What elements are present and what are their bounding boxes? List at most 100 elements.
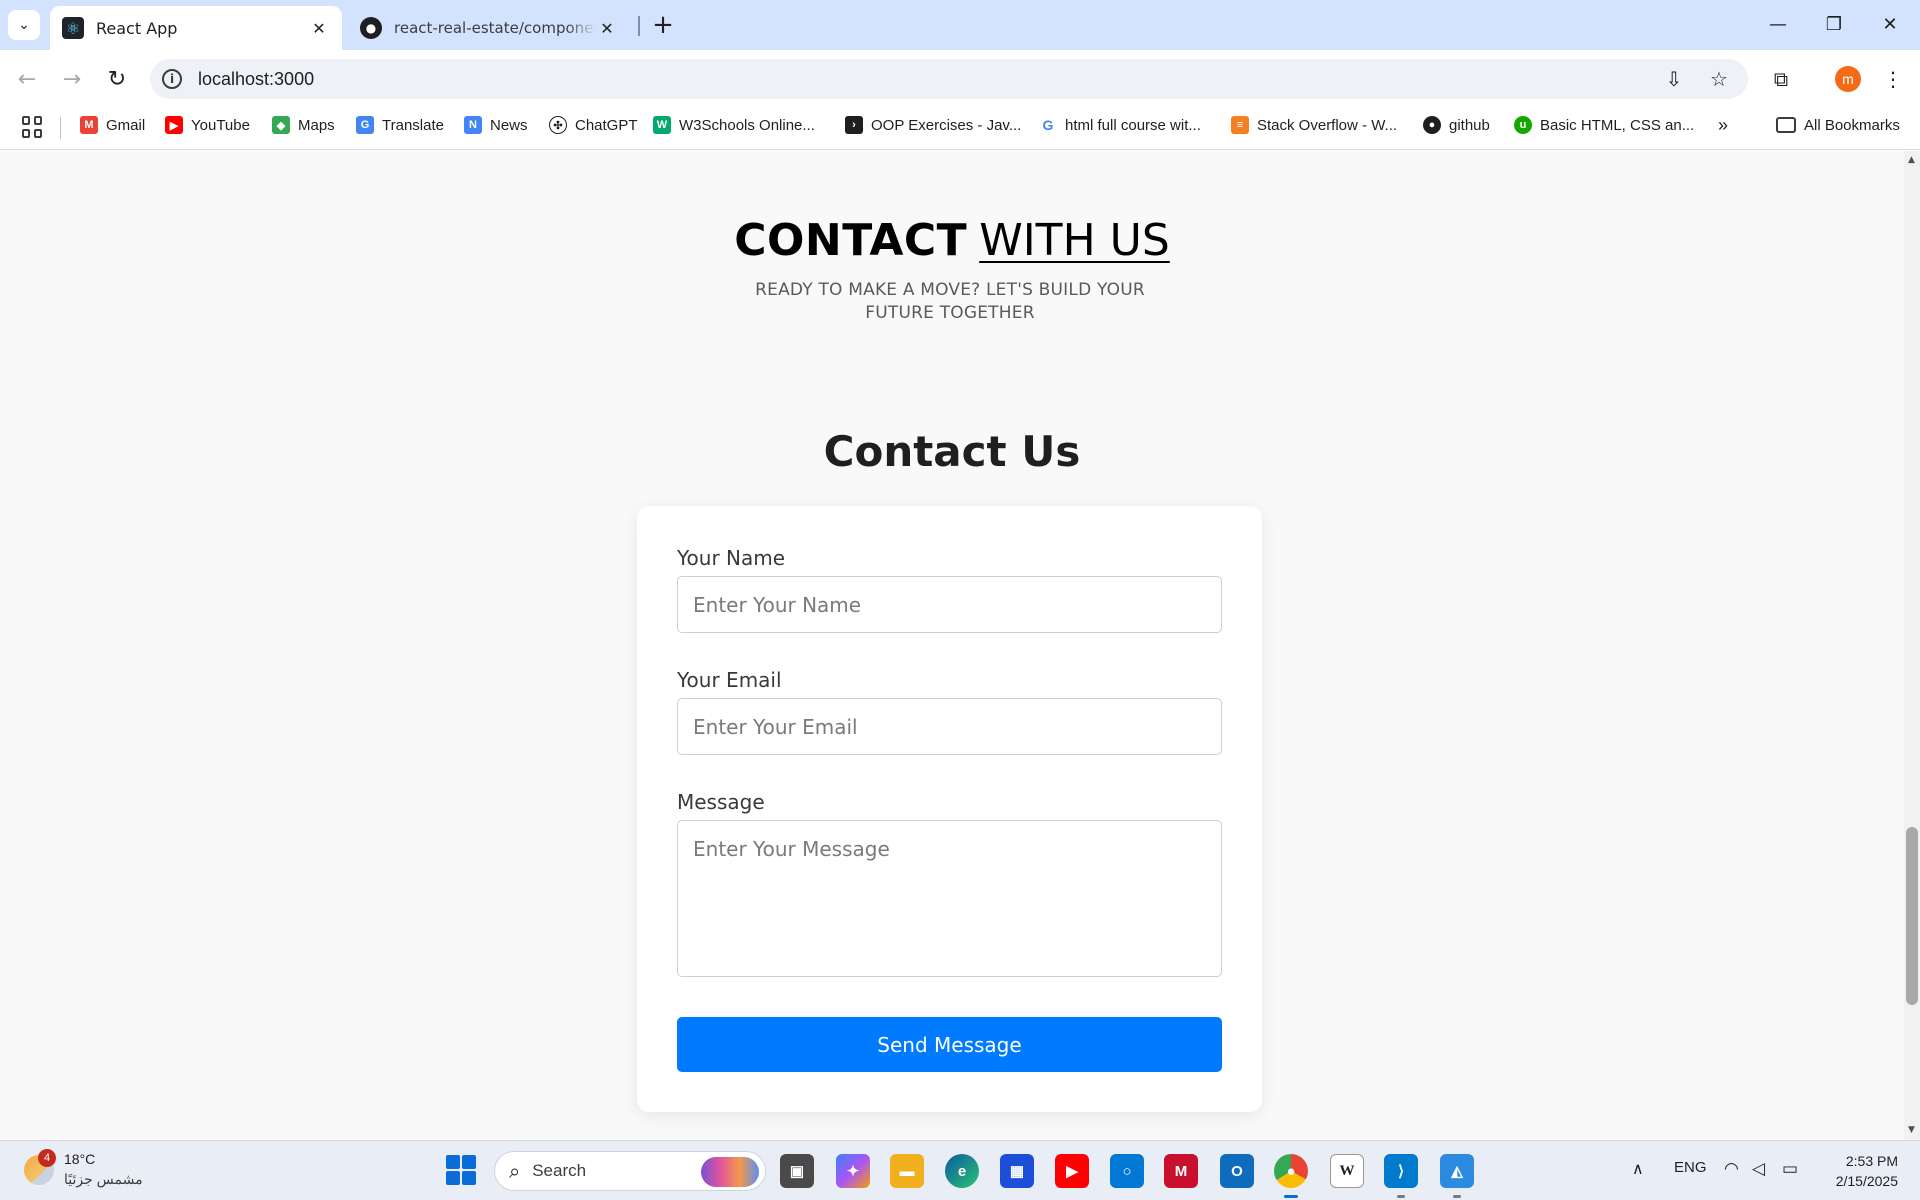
extensions-icon[interactable]: ⧉ [1764,62,1798,96]
close-tab-icon[interactable]: ✕ [308,17,330,39]
bookmark-translate[interactable]: G Translate [356,112,444,138]
bookmark-maps[interactable]: ◆ Maps [272,112,335,138]
site-info-icon[interactable]: i [162,69,182,89]
bookmark-news[interactable]: N News [464,112,528,138]
back-button[interactable]: ← [10,62,44,96]
reload-icon: ↻ [107,66,127,92]
bookmark-basic-html[interactable]: u Basic HTML, CSS an... [1514,112,1694,138]
microsoft-store-icon[interactable]: ▦ [1000,1154,1034,1188]
page-scrollbar[interactable]: ▲ ▼ [1904,151,1920,1139]
copilot-icon[interactable]: ✦ [836,1154,870,1188]
email-input[interactable] [677,698,1222,755]
github-icon: ● [1423,116,1441,134]
youtube-icon: ▶ [165,116,183,134]
apps-grid-icon[interactable] [22,116,44,138]
bookmark-youtube[interactable]: ▶ YouTube [165,112,250,138]
bookmarks-divider [60,117,61,139]
profile-avatar[interactable]: m [1835,66,1861,92]
restore-icon: ❐ [1825,13,1843,35]
show-hidden-icons-chevron-icon[interactable]: ∧ [1632,1159,1644,1179]
folder-icon [1776,117,1796,133]
name-input[interactable] [677,576,1222,633]
system-clock[interactable]: 2:53 PM 2/15/2025 [1826,1151,1898,1191]
weather-temperature[interactable]: 18°C [64,1151,95,1167]
bookmark-stackoverflow[interactable]: ≡ Stack Overflow - W... [1231,112,1397,138]
task-view-icon[interactable]: ▣ [780,1154,814,1188]
edge-icon[interactable]: e [945,1154,979,1188]
install-app-icon[interactable]: ⇩ [1660,65,1688,93]
taskbar-search[interactable]: ⌕ Search [494,1151,766,1191]
tab-title: react-real-estate/components at main [394,19,596,37]
plus-icon: + [652,10,674,40]
bookmark-label: OOP Exercises - Jav... [871,116,1022,134]
file-explorer-icon[interactable]: ▬ [890,1154,924,1188]
maps-icon: ◆ [272,116,290,134]
news-icon: N [464,116,482,134]
bookmark-html-course[interactable]: G html full course wit... [1039,112,1201,138]
cortana-icon[interactable]: ○ [1110,1154,1144,1188]
bookmark-label: Stack Overflow - W... [1257,116,1398,134]
tab-separator [638,16,640,36]
bookmark-chatgpt[interactable]: ✣ ChatGPT [549,112,638,138]
url-text[interactable]: localhost:3000 [198,69,314,90]
reload-button[interactable]: ↻ [100,62,134,96]
name-label: Your Name [677,546,786,570]
arrow-left-icon: ← [17,66,37,92]
bookmark-label: Translate [382,116,444,134]
wifi-icon[interactable]: ◠ [1724,1159,1739,1179]
vscode-icon[interactable]: ⟩ [1384,1154,1418,1198]
translate-icon: G [356,116,374,134]
bookmark-w3schools[interactable]: W W3Schools Online... [653,112,815,138]
more-bookmarks-button[interactable]: » [1718,112,1728,138]
message-label: Message [677,790,765,814]
bookmark-github[interactable]: ● github [1423,112,1490,138]
clock-date: 2/15/2025 [1835,1173,1898,1189]
outlook-icon[interactable]: O [1220,1154,1254,1188]
bookmark-label: Basic HTML, CSS an... [1540,116,1695,134]
bookmark-oop-exercises[interactable]: › OOP Exercises - Jav... [845,112,1021,138]
browser-toolbar: ← → ↻ i localhost:3000 ⇩ ☆ ⧉ ⋮ [0,50,1920,108]
wikipedia-icon[interactable]: W [1330,1154,1364,1188]
all-bookmarks-button[interactable]: All Bookmarks [1776,112,1900,138]
bookmark-label: ChatGPT [575,116,638,134]
chrome-icon[interactable]: ● [1274,1154,1308,1198]
search-highlight-art [701,1157,759,1187]
tab-strip: ⌄ ⚛ React App ✕ ● react-real-estate/comp… [0,0,1920,50]
weather-description[interactable]: مشمس جزئيًا [64,1171,143,1188]
bookmark-label: Maps [298,116,335,134]
form-title: Contact Us [823,427,1081,476]
photos-icon[interactable]: ◭ [1440,1154,1474,1198]
tab-search-button[interactable]: ⌄ [8,10,40,40]
w3schools-icon: W [653,116,671,134]
forward-button[interactable]: → [55,62,89,96]
minimize-button[interactable]: — [1758,8,1798,40]
heading-light: WITH US [979,215,1170,266]
bookmark-label: W3Schools Online... [679,116,815,134]
mcafee-icon[interactable]: M [1164,1154,1198,1188]
address-bar[interactable]: i localhost:3000 ⇩ ☆ [150,59,1748,99]
double-chevron-icon: » [1718,114,1729,135]
youtube-app-icon[interactable]: ▶ [1055,1154,1089,1188]
scroll-up-arrow-icon[interactable]: ▲ [1908,155,1915,165]
language-indicator[interactable]: ENG [1674,1159,1707,1176]
tab-react-app[interactable]: ⚛ React App ✕ [50,6,342,50]
scroll-down-arrow-icon[interactable]: ▼ [1908,1125,1915,1135]
restore-button[interactable]: ❐ [1814,8,1854,40]
menu-icon[interactable]: ⋮ [1876,62,1910,96]
close-tab-icon[interactable]: ✕ [596,17,618,39]
volume-icon[interactable]: ◁ [1752,1159,1765,1179]
bookmark-star-icon[interactable]: ☆ [1705,65,1733,93]
battery-icon[interactable]: ▭ [1782,1159,1798,1179]
tab-title: React App [96,18,178,38]
message-textarea[interactable] [677,820,1222,977]
scrollbar-thumb[interactable] [1906,827,1918,1005]
windows-start-icon[interactable] [446,1155,476,1185]
arrow-right-icon: → [62,66,82,92]
send-message-button[interactable]: Send Message [677,1017,1222,1072]
gmail-icon: M [80,116,98,134]
upwork-icon: u [1514,116,1532,134]
tab-github[interactable]: ● react-real-estate/components at main ✕ [348,6,630,50]
close-window-button[interactable]: ✕ [1870,8,1910,40]
bookmark-gmail[interactable]: M Gmail [80,112,145,138]
new-tab-button[interactable]: + [648,10,678,40]
